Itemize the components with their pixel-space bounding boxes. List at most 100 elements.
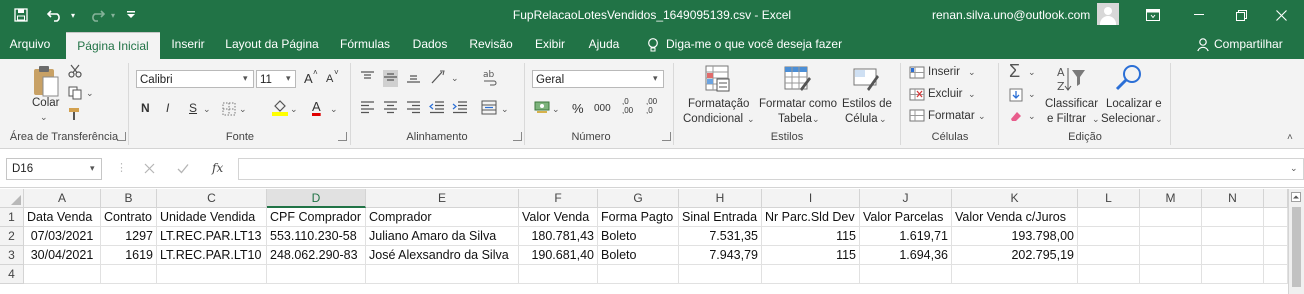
cell-m1[interactable] xyxy=(1140,208,1202,227)
customize-toolbar-icon[interactable] xyxy=(124,0,138,30)
fill-icon[interactable] xyxy=(1009,88,1023,105)
tab-pagina-inicial[interactable]: Página Inicial xyxy=(66,32,160,60)
number-format-dropdown-icon[interactable]: ▾ xyxy=(653,73,658,84)
column-header-i[interactable]: I xyxy=(762,189,860,208)
cell-c2[interactable]: LT.REC.PAR.LT13 xyxy=(157,227,267,246)
find-select-dropdown-icon[interactable]: ⌄ xyxy=(1155,114,1163,125)
scroll-thumb[interactable] xyxy=(1292,207,1301,287)
copy-dropdown-icon[interactable]: ⌄ xyxy=(86,88,94,99)
cell-g1[interactable]: Forma Pagto xyxy=(598,208,679,227)
percent-style-button[interactable]: % xyxy=(572,101,584,116)
cell-n1[interactable] xyxy=(1202,208,1264,227)
column-header-m[interactable]: M xyxy=(1140,189,1202,208)
insert-cells-dropdown-icon[interactable]: ⌄ xyxy=(968,67,976,78)
column-header-j[interactable]: J xyxy=(860,189,952,208)
align-middle-icon[interactable] xyxy=(383,70,398,87)
cell-i3[interactable]: 115 xyxy=(762,246,860,265)
name-box-dropdown-icon[interactable]: ▾ xyxy=(90,163,95,174)
delete-cells-dropdown-icon[interactable]: ⌄ xyxy=(968,89,976,100)
align-left-icon[interactable] xyxy=(360,101,375,117)
formula-input[interactable] xyxy=(238,158,1304,180)
tab-arquivo[interactable]: Arquivo xyxy=(4,30,56,59)
copy-icon[interactable] xyxy=(68,86,82,103)
tell-me-search[interactable]: Diga-me o que você deseja fazer xyxy=(666,30,844,59)
column-header-b[interactable]: B xyxy=(101,189,157,208)
cell-d3[interactable]: 248.062.290-83 xyxy=(267,246,366,265)
confirm-entry-icon[interactable] xyxy=(177,163,189,177)
row-header-2[interactable]: 2 xyxy=(0,227,24,246)
cancel-entry-icon[interactable] xyxy=(144,163,155,177)
user-email[interactable]: renan.silva.uno@outlook.com xyxy=(932,0,1090,30)
cell-styles-dropdown-icon[interactable]: ⌄ xyxy=(879,114,887,125)
accounting-format-icon[interactable] xyxy=(534,100,550,117)
cell-d1[interactable]: CPF Comprador xyxy=(267,208,366,227)
avatar-icon[interactable] xyxy=(1097,3,1119,25)
format-as-table-label-2[interactable]: Tabela xyxy=(778,113,812,125)
column-header-f[interactable]: F xyxy=(519,189,598,208)
find-select-label-1[interactable]: Localizar e xyxy=(1106,98,1162,110)
cell-n2[interactable] xyxy=(1202,227,1264,246)
align-bottom-icon[interactable] xyxy=(406,70,421,87)
expand-formula-bar-icon[interactable]: ⌄ xyxy=(1290,163,1298,174)
column-header-g[interactable]: G xyxy=(598,189,679,208)
paste-label[interactable]: Colar xyxy=(32,97,59,109)
cut-icon[interactable] xyxy=(68,64,82,81)
grow-font-icon[interactable]: A xyxy=(304,71,313,86)
lightbulb-icon[interactable] xyxy=(644,30,662,59)
italic-button[interactable]: I xyxy=(166,101,169,115)
sort-filter-label-2[interactable]: e Filtrar xyxy=(1047,113,1086,125)
conditional-formatting-label-1[interactable]: Formatação xyxy=(688,98,749,110)
column-header-n[interactable]: N xyxy=(1202,189,1264,208)
cell-e2[interactable]: Juliano Amaro da Silva xyxy=(366,227,519,246)
cell-b3[interactable]: 1619 xyxy=(101,246,157,265)
delete-cells-label[interactable]: Excluir xyxy=(928,88,963,100)
fill-color-dropdown-icon[interactable]: ⌄ xyxy=(290,104,298,115)
cell-h1[interactable]: Sinal Entrada xyxy=(679,208,762,227)
cell-e4[interactable] xyxy=(366,265,519,284)
conditional-formatting-icon[interactable] xyxy=(703,63,733,96)
cell-n4[interactable] xyxy=(1202,265,1264,284)
format-as-table-icon[interactable] xyxy=(782,63,812,96)
cell-n3[interactable] xyxy=(1202,246,1264,265)
cell-g4[interactable] xyxy=(598,265,679,284)
cell-f1[interactable]: Valor Venda xyxy=(519,208,598,227)
cell-h4[interactable] xyxy=(679,265,762,284)
format-as-table-label-1[interactable]: Formatar como xyxy=(759,98,837,110)
underline-button[interactable]: S xyxy=(189,101,197,115)
tab-layout-da-pagina[interactable]: Layout da Página xyxy=(222,30,322,59)
underline-dropdown-icon[interactable]: ⌄ xyxy=(203,104,211,115)
cell-j3[interactable]: 1.694,36 xyxy=(860,246,952,265)
delete-cells-icon[interactable] xyxy=(909,88,925,104)
cell-a3[interactable]: 30/04/2021 xyxy=(24,246,101,265)
borders-dropdown-icon[interactable]: ⌄ xyxy=(239,104,247,115)
undo-icon[interactable] xyxy=(42,0,68,30)
conditional-formatting-dropdown-icon[interactable]: ⌄ xyxy=(747,114,755,125)
row-header-3[interactable]: 3 xyxy=(0,246,24,265)
cell-b1[interactable]: Contrato xyxy=(101,208,157,227)
sort-filter-dropdown-icon[interactable]: ⌄ xyxy=(1092,114,1100,125)
insert-function-icon[interactable]: fx xyxy=(212,161,223,175)
undo-dropdown-icon[interactable]: ▾ xyxy=(68,0,78,30)
clear-dropdown-icon[interactable]: ⌄ xyxy=(1028,111,1036,122)
cell-o1[interactable] xyxy=(1264,208,1288,227)
sort-filter-icon[interactable]: AZ xyxy=(1055,64,1087,97)
cell-h3[interactable]: 7.943,79 xyxy=(679,246,762,265)
cell-styles-icon[interactable] xyxy=(851,63,881,96)
fill-color-icon[interactable] xyxy=(272,99,288,119)
decrease-indent-icon[interactable] xyxy=(429,101,445,117)
align-center-icon[interactable] xyxy=(383,101,398,117)
redo-dropdown-icon[interactable]: ▾ xyxy=(108,0,118,30)
insert-cells-icon[interactable] xyxy=(909,66,925,82)
merge-center-icon[interactable] xyxy=(481,100,497,118)
cell-styles-label-2[interactable]: Célula xyxy=(845,113,878,125)
cell-g3[interactable]: Boleto xyxy=(598,246,679,265)
font-color-dropdown-icon[interactable]: ⌄ xyxy=(330,104,338,115)
cell-a1[interactable]: Data Venda xyxy=(24,208,101,227)
decrease-decimal-button[interactable]: ,00 ,0 xyxy=(646,97,657,115)
column-header-o[interactable] xyxy=(1264,189,1288,208)
cell-j4[interactable] xyxy=(860,265,952,284)
find-select-label-2[interactable]: Selecionar xyxy=(1101,113,1155,125)
cell-k1[interactable]: Valor Venda c/Juros xyxy=(952,208,1078,227)
row-header-1[interactable]: 1 xyxy=(0,208,24,227)
cell-a4[interactable] xyxy=(24,265,101,284)
